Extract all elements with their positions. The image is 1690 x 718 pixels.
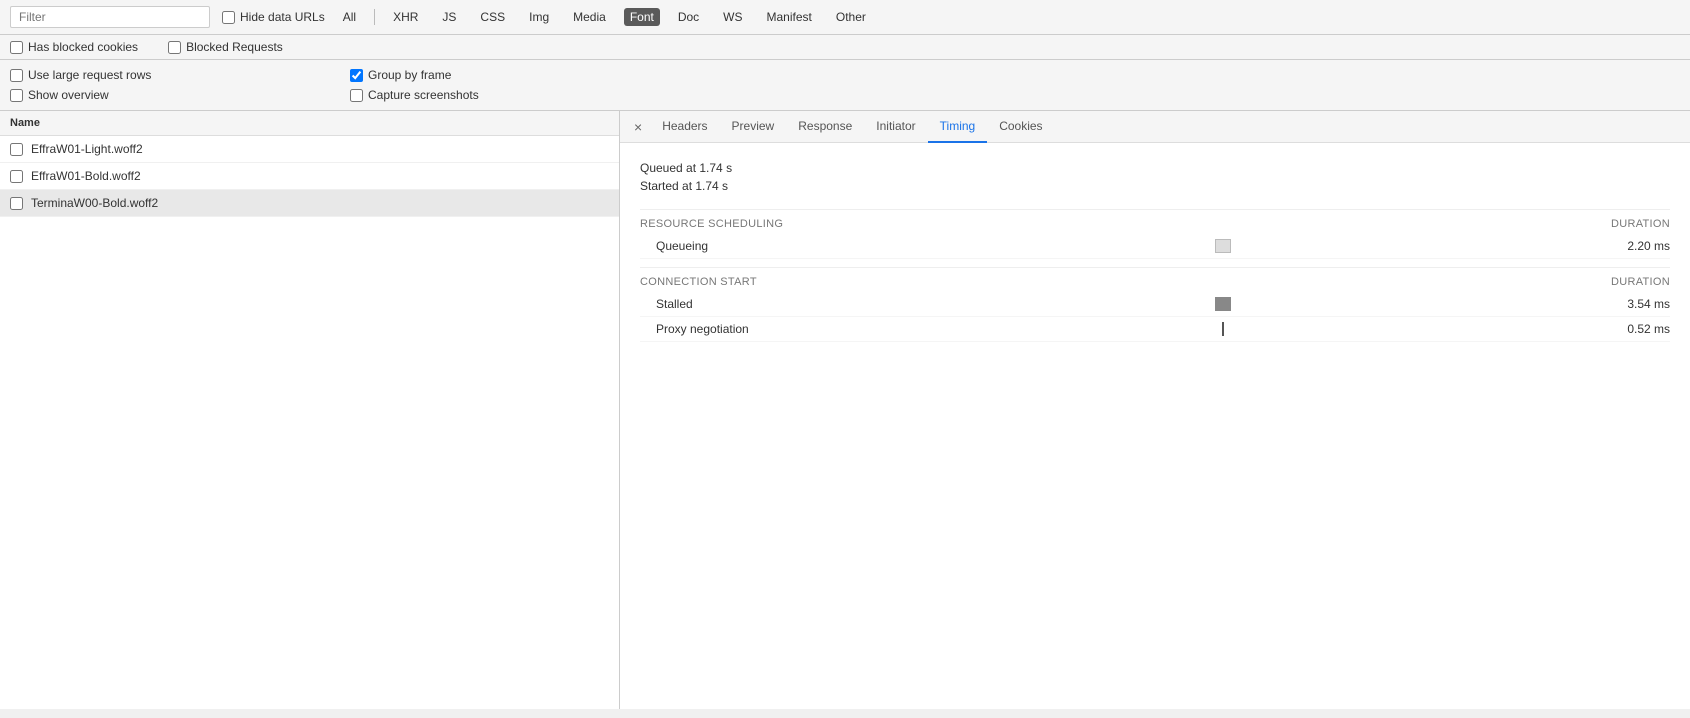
- file-row-2-name: TerminaW00-Bold.woff2: [31, 196, 158, 210]
- queueing-bar: [856, 239, 1590, 253]
- connection-start-header: Connection Start DURATION: [640, 267, 1670, 292]
- tab-preview[interactable]: Preview: [720, 111, 787, 143]
- proxy-bar-visual: [1222, 322, 1224, 336]
- use-large-rows-checkbox[interactable]: [10, 69, 23, 82]
- stalled-label: Stalled: [656, 297, 856, 311]
- tab-response[interactable]: Response: [786, 111, 864, 143]
- options-row-1: Use large request rows Group by frame: [10, 65, 1680, 85]
- filter-type-font[interactable]: Font: [624, 8, 660, 26]
- proxy-row: Proxy negotiation 0.52 ms: [640, 317, 1670, 342]
- capture-screenshots-checkbox[interactable]: [350, 89, 363, 102]
- group-by-frame-label[interactable]: Group by frame: [350, 68, 451, 82]
- file-row-1[interactable]: EffraW01-Bold.woff2: [0, 163, 619, 190]
- show-overview-label[interactable]: Show overview: [10, 88, 330, 102]
- connection-start-title: Connection Start: [640, 276, 757, 288]
- capture-screenshots-label[interactable]: Capture screenshots: [350, 88, 479, 102]
- filter-type-all[interactable]: All: [337, 8, 362, 26]
- stalled-bar-visual: [1215, 297, 1231, 311]
- group-by-frame-checkbox[interactable]: [350, 69, 363, 82]
- second-bar: Has blocked cookies Blocked Requests: [0, 35, 1690, 60]
- file-row-0-name: EffraW01-Light.woff2: [31, 142, 143, 156]
- queueing-label: Queueing: [656, 239, 856, 253]
- use-large-rows-label[interactable]: Use large request rows: [10, 68, 330, 82]
- filter-type-doc[interactable]: Doc: [672, 8, 705, 26]
- tab-headers[interactable]: Headers: [650, 111, 719, 143]
- file-row-2[interactable]: TerminaW00-Bold.woff2: [0, 190, 619, 217]
- queueing-duration: 2.20 ms: [1590, 239, 1670, 253]
- file-row-0[interactable]: EffraW01-Light.woff2: [0, 136, 619, 163]
- divider: [374, 9, 375, 25]
- close-button[interactable]: ×: [626, 114, 650, 140]
- proxy-duration: 0.52 ms: [1590, 322, 1670, 336]
- connection-duration-label: DURATION: [1611, 276, 1670, 288]
- hide-data-urls-checkbox[interactable]: [222, 11, 235, 24]
- timing-info: Queued at 1.74 s Started at 1.74 s: [640, 159, 1670, 195]
- proxy-label: Proxy negotiation: [656, 322, 856, 336]
- blocked-requests-label[interactable]: Blocked Requests: [168, 40, 283, 54]
- use-large-rows-container: Use large request rows: [10, 68, 330, 82]
- right-panel: × Headers Preview Response Initiator Tim…: [620, 111, 1690, 709]
- stalled-bar: [856, 297, 1590, 311]
- blocked-requests-checkbox[interactable]: [168, 41, 181, 54]
- filter-type-manifest[interactable]: Manifest: [761, 8, 818, 26]
- stalled-row: Stalled 3.54 ms: [640, 292, 1670, 317]
- filter-type-css[interactable]: CSS: [474, 8, 511, 26]
- has-blocked-cookies-label[interactable]: Has blocked cookies: [10, 40, 138, 54]
- timing-content: Queued at 1.74 s Started at 1.74 s Resou…: [620, 143, 1690, 358]
- file-row-1-name: EffraW01-Bold.woff2: [31, 169, 141, 183]
- resource-duration-label: DURATION: [1611, 218, 1670, 230]
- top-bar: Hide data URLs All XHR JS CSS Img Media …: [0, 0, 1690, 35]
- show-overview-container: Show overview: [10, 88, 330, 102]
- file-row-1-checkbox[interactable]: [10, 170, 23, 183]
- name-column-header: Name: [0, 111, 619, 136]
- resource-scheduling-title: Resource Scheduling: [640, 218, 783, 230]
- proxy-bar: [856, 322, 1590, 336]
- has-blocked-cookies-checkbox[interactable]: [10, 41, 23, 54]
- filter-type-ws[interactable]: WS: [717, 8, 748, 26]
- filter-type-xhr[interactable]: XHR: [387, 8, 424, 26]
- hide-data-urls-label[interactable]: Hide data URLs: [222, 10, 325, 24]
- options-row-2: Show overview Capture screenshots: [10, 85, 1680, 105]
- filter-type-other[interactable]: Other: [830, 8, 872, 26]
- filter-input[interactable]: [10, 6, 210, 28]
- queued-at: Queued at 1.74 s: [640, 159, 1670, 177]
- left-panel: Name EffraW01-Light.woff2 EffraW01-Bold.…: [0, 111, 620, 709]
- filter-type-img[interactable]: Img: [523, 8, 555, 26]
- tabs-bar: × Headers Preview Response Initiator Tim…: [620, 111, 1690, 143]
- filter-type-js[interactable]: JS: [436, 8, 462, 26]
- queueing-bar-visual: [1215, 239, 1231, 253]
- main-content: Name EffraW01-Light.woff2 EffraW01-Bold.…: [0, 111, 1690, 709]
- resource-scheduling-header: Resource Scheduling DURATION: [640, 209, 1670, 234]
- started-at: Started at 1.74 s: [640, 177, 1670, 195]
- file-row-2-checkbox[interactable]: [10, 197, 23, 210]
- tab-cookies[interactable]: Cookies: [987, 111, 1054, 143]
- tab-initiator[interactable]: Initiator: [864, 111, 927, 143]
- options-rows: Use large request rows Group by frame Sh…: [0, 60, 1690, 111]
- stalled-duration: 3.54 ms: [1590, 297, 1670, 311]
- file-row-0-checkbox[interactable]: [10, 143, 23, 156]
- queueing-row: Queueing 2.20 ms: [640, 234, 1670, 259]
- tab-timing[interactable]: Timing: [928, 111, 988, 143]
- show-overview-checkbox[interactable]: [10, 89, 23, 102]
- filter-type-media[interactable]: Media: [567, 8, 612, 26]
